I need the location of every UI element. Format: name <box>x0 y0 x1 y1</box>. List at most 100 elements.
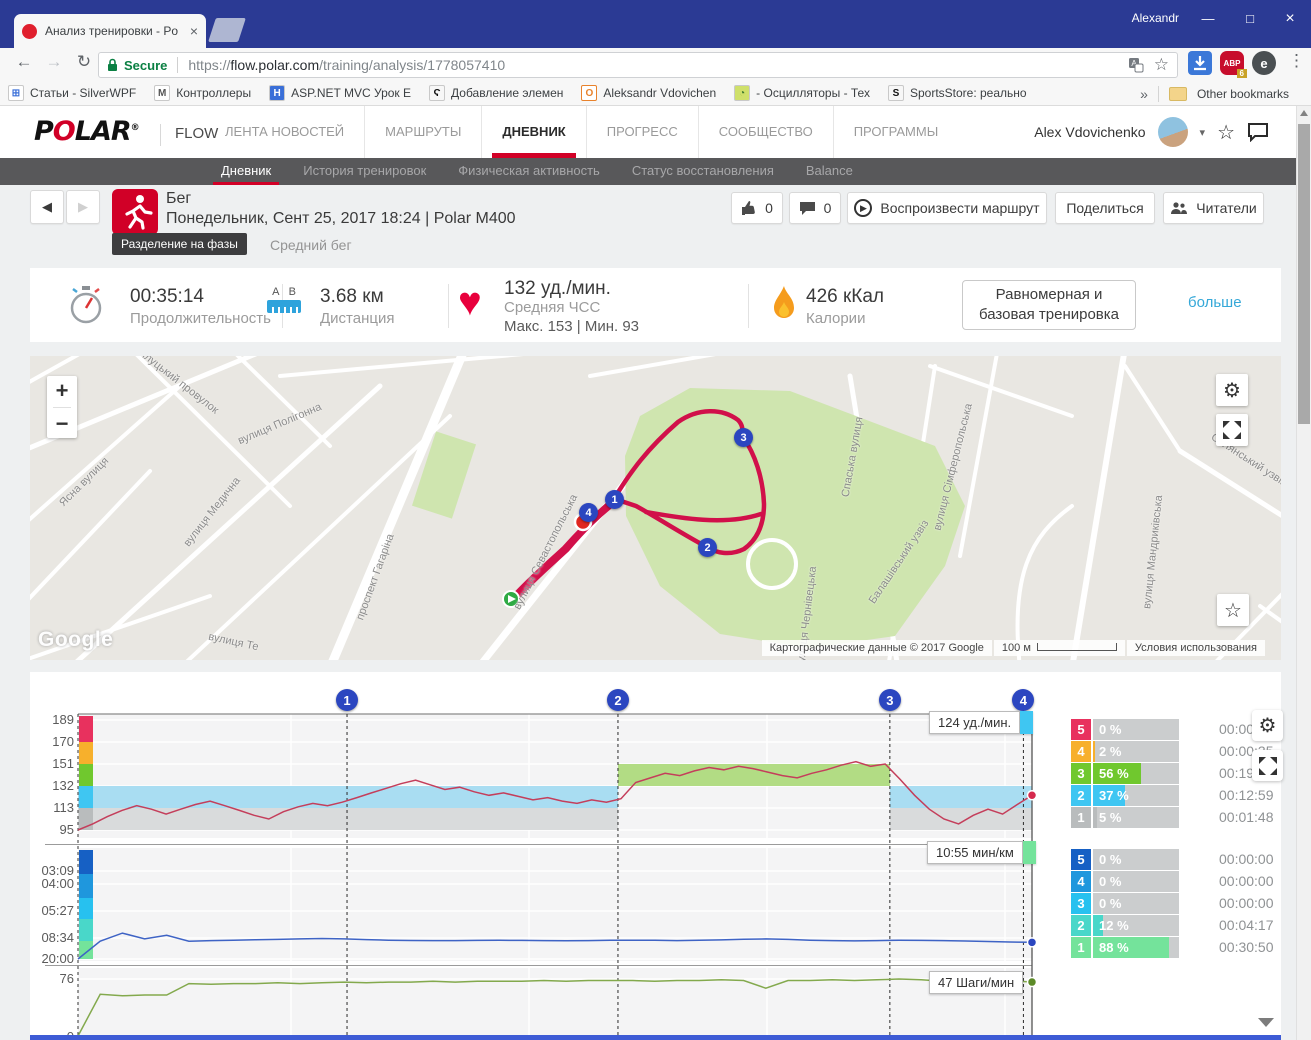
nav-item-лента-новостей[interactable]: ЛЕНТА НОВОСТЕЙ <box>205 106 364 158</box>
polar-favicon-icon <box>22 24 37 39</box>
extension-download-icon[interactable] <box>1188 51 1212 75</box>
map-attribution: Картографические данные © 2017 Google 10… <box>762 640 1265 656</box>
bookmark-item[interactable]: S SportsStore: реально <box>888 85 1027 101</box>
tab-title: Анализ тренировки - Po <box>45 24 184 38</box>
followers-button[interactable]: Читатели <box>1163 192 1264 224</box>
c-favicon-icon: Ϛ <box>429 85 445 101</box>
comment-button[interactable]: 0 <box>789 192 841 224</box>
zoom-in-button[interactable]: + <box>56 378 69 404</box>
bookmark-item[interactable]: ⊞Статьи - SilverWPF <box>8 85 136 101</box>
chevron-down-icon[interactable]: ▾ <box>1200 126 1206 139</box>
activity-sport-title: Бег <box>166 190 191 208</box>
nav-item-сообщество[interactable]: СООБЩЕСТВО <box>698 106 833 158</box>
window-minimize-button[interactable]: — <box>1193 6 1223 32</box>
nav-item-дневник[interactable]: ДНЕВНИК <box>481 106 585 158</box>
route-marker-1: 1 <box>605 490 624 509</box>
heart-rate-tick: 113 <box>30 800 74 815</box>
tab-close-icon[interactable]: × <box>190 23 198 39</box>
address-bar[interactable]: Secure https://flow.polar.com/training/a… <box>98 52 1178 78</box>
scrollbar-thumb[interactable] <box>1298 124 1310 424</box>
bookmark-label: Статьи - SilverWPF <box>30 86 136 100</box>
people-icon <box>1170 201 1188 215</box>
avg-hr-value: 132 уд./мин. <box>504 278 611 300</box>
forward-button[interactable]: → <box>42 52 66 72</box>
lap-marker-2[interactable]: 2 <box>607 689 629 711</box>
stopwatch-icon <box>68 284 104 326</box>
pace-zone-row: 40 %00:00:00 <box>1071 871 1274 892</box>
map-terms-link[interactable]: Условия использования <box>1127 640 1265 656</box>
chart-settings-button[interactable]: ⚙ <box>1252 710 1283 741</box>
pace-tick: 20:00 <box>30 951 74 966</box>
bookmark-item[interactable]: H ASP.NET MVC Урок Е <box>269 85 411 101</box>
subnav-item-статус-восстановления[interactable]: Статус восстановления <box>616 158 790 185</box>
favorites-star-icon[interactable]: ☆ <box>1217 120 1235 145</box>
subnav-item-дневник[interactable]: Дневник <box>205 158 287 185</box>
h-favicon-icon: H <box>269 85 285 101</box>
bookmark-star-icon[interactable]: ☆ <box>1154 55 1169 75</box>
subnav-item-balance[interactable]: Balance <box>790 158 869 185</box>
nav-item-прогресс[interactable]: ПРОГРЕСС <box>586 106 698 158</box>
more-link[interactable]: больше <box>1188 294 1242 311</box>
map-fullscreen-button[interactable] <box>1216 414 1248 446</box>
subnav-item-физическая-активность[interactable]: Физическая активность <box>442 158 616 185</box>
map-settings-button[interactable]: ⚙ <box>1216 374 1248 406</box>
collapse-charts-icon[interactable] <box>1258 1018 1274 1027</box>
back-button[interactable]: ← <box>12 52 36 72</box>
chrome-profile-name[interactable]: Alexandr <box>1132 11 1179 25</box>
polar-logo[interactable]: POLAR® <box>34 116 139 147</box>
bookmark-item[interactable]: ◔- Осцилляторы - Тех <box>734 85 870 101</box>
extension-adblock-icon[interactable]: ABP 6 <box>1220 51 1244 75</box>
chart-fullscreen-button[interactable] <box>1252 750 1283 781</box>
like-button[interactable]: 0 <box>731 192 783 224</box>
other-bookmarks-label[interactable]: Other bookmarks <box>1197 87 1289 101</box>
flame-icon <box>770 284 798 324</box>
bookmark-label: Добавление элемен <box>451 86 563 100</box>
chrome-menu-icon[interactable]: ⋮ <box>1288 51 1305 71</box>
bookmark-item[interactable]: Ϛ Добавление элемен <box>429 85 563 101</box>
bookmark-label: ASP.NET MVC Урок Е <box>291 86 411 100</box>
user-name[interactable]: Alex Vdovichenko <box>1034 124 1145 140</box>
replay-route-button[interactable]: ▶ Воспроизвести маршрут <box>847 192 1047 224</box>
share-button[interactable]: Поделиться <box>1055 192 1155 224</box>
browser-tab[interactable]: Анализ тренировки - Po × <box>14 14 206 48</box>
hr-minmax: Макс. 153 | Мин. 93 <box>504 318 639 335</box>
reload-button[interactable]: ↻ <box>72 52 96 72</box>
scrollbar-up-arrow[interactable] <box>1300 110 1308 116</box>
nav-item-программы[interactable]: ПРОГРАММЫ <box>833 106 959 158</box>
summary-stats-card: 00:35:14 Продолжительность А В 3.68 км Д… <box>30 268 1281 342</box>
nav-item-маршруты[interactable]: МАРШРУТЫ <box>364 106 481 158</box>
next-session-button[interactable]: ▶ <box>66 190 100 224</box>
map-data-attribution: Картографические данные © 2017 Google <box>762 640 992 656</box>
pace-tick: 05:27 <box>30 903 74 918</box>
comment-icon <box>799 201 816 216</box>
s-favicon-icon: S <box>888 85 904 101</box>
lap-marker-1[interactable]: 1 <box>336 689 358 711</box>
bookmark-label: SportsStore: реально <box>910 86 1027 100</box>
thumbs-up-icon <box>741 200 757 216</box>
map-favorite-button[interactable]: ☆ <box>1217 594 1249 626</box>
heart-rate-tick: 170 <box>30 734 74 749</box>
bookmark-item[interactable]: MКонтроллеры <box>154 85 251 101</box>
window-maximize-button[interactable]: □ <box>1235 6 1265 32</box>
route-marker-2: 2 <box>698 538 717 557</box>
route-map[interactable]: вулиця Полігоннарилуцький провулокЯсна в… <box>30 356 1281 660</box>
prev-session-button[interactable]: ◀ <box>30 190 64 224</box>
extension-evernote-icon[interactable]: e <box>1252 51 1276 75</box>
zone-swatch <box>1023 841 1036 864</box>
lap-marker-3[interactable]: 3 <box>879 689 901 711</box>
hr-zone-row: 42 %00:00:35 <box>1071 741 1274 762</box>
bookmark-item[interactable]: OAleksandr Vdovichen <box>581 85 716 101</box>
folder-icon <box>1169 87 1187 101</box>
header-user[interactable]: Alex Vdovichenko ▾ ☆ <box>1034 106 1269 158</box>
zoom-out-button[interactable]: − <box>56 411 69 437</box>
stat-divider <box>448 284 449 328</box>
translate-icon[interactable]: A <box>1128 57 1144 73</box>
subnav-item-история-тренировок[interactable]: История тренировок <box>287 158 442 185</box>
chart-range-bar[interactable] <box>30 1035 1281 1040</box>
map-zoom-control[interactable]: + − <box>47 376 77 438</box>
bookmarks-overflow-icon[interactable]: » <box>1140 86 1148 102</box>
heart-rate-tick: 189 <box>30 712 74 727</box>
avatar[interactable] <box>1158 117 1188 147</box>
window-close-button[interactable]: × <box>1275 6 1305 32</box>
feedback-icon[interactable] <box>1247 122 1269 142</box>
